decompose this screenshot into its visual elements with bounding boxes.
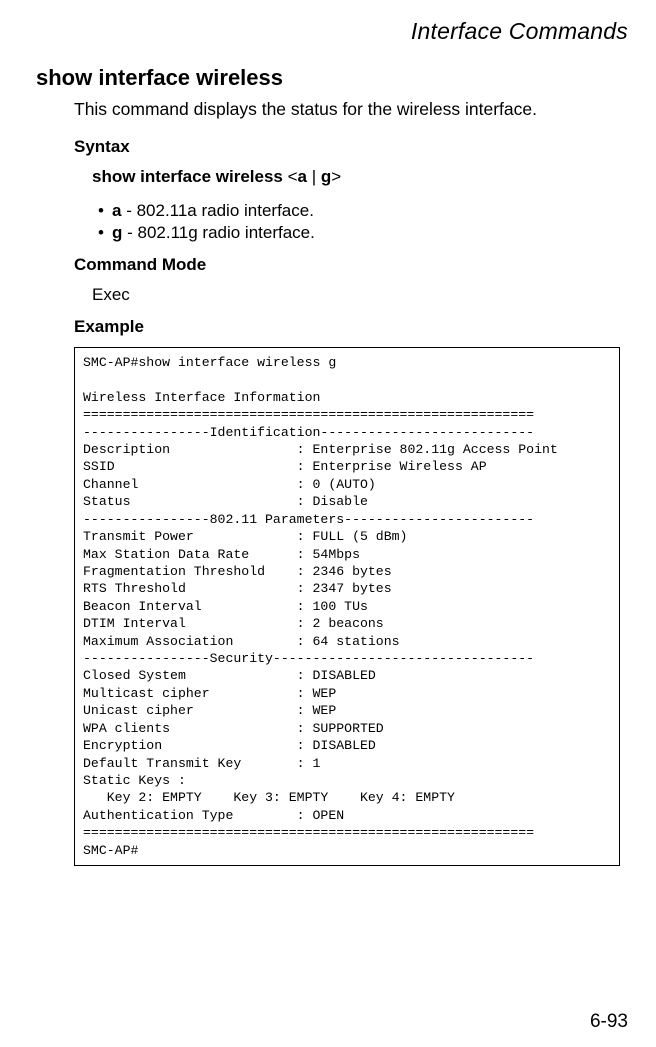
syntax-bullets: a - 802.11a radio interface. g - 802.11g… xyxy=(98,201,624,243)
syntax-command: show interface wireless xyxy=(92,167,283,186)
page-title: show interface wireless xyxy=(36,65,624,91)
syntax-pipe: | xyxy=(307,167,321,186)
syntax-a: a xyxy=(298,167,307,186)
syntax-g: g xyxy=(321,167,331,186)
command-mode-value: Exec xyxy=(92,285,624,305)
bullet-a-rest: - 802.11a radio interface. xyxy=(121,201,313,220)
page-number: 6-93 xyxy=(590,1011,628,1033)
syntax-close-angle: > xyxy=(331,167,341,186)
chapter-header: Interface Commands xyxy=(36,18,628,45)
intro-text: This command displays the status for the… xyxy=(74,99,624,121)
syntax-line: show interface wireless <a | g> xyxy=(92,167,624,187)
bullet-a: a - 802.11a radio interface. xyxy=(98,201,624,221)
bullet-g: g - 802.11g radio interface. xyxy=(98,223,624,243)
syntax-heading: Syntax xyxy=(74,137,624,157)
example-heading: Example xyxy=(74,317,624,337)
command-mode-heading: Command Mode xyxy=(74,255,624,275)
bullet-g-rest: - 802.11g radio interface. xyxy=(122,223,314,242)
bullet-g-letter: g xyxy=(112,223,122,242)
syntax-open-angle: < xyxy=(288,167,298,186)
terminal-output: SMC-AP#show interface wireless g Wireles… xyxy=(74,347,620,866)
